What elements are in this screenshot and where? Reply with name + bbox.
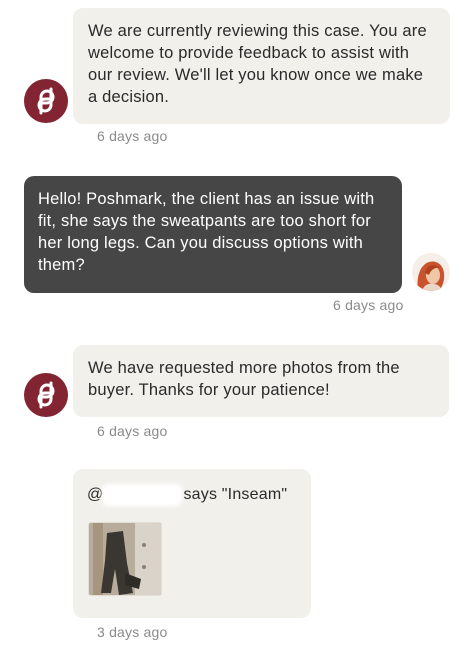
poshmark-avatar[interactable] (24, 79, 68, 123)
user-avatar[interactable] (412, 253, 450, 291)
user-avatar-image (412, 253, 450, 291)
message-text: Hello! Poshmark, the client has an issue… (38, 190, 375, 274)
poshmark-avatar[interactable] (24, 373, 68, 417)
message-bubble-poshmark: We have requested more photos from the b… (73, 345, 449, 417)
mention-prefix: @ (87, 486, 104, 503)
message-text: We have requested more photos from the b… (88, 359, 400, 399)
message-timestamp: 6 days ago (97, 423, 168, 439)
message-text: says "Inseam" (183, 486, 288, 503)
message-timestamp: 3 days ago (97, 624, 168, 640)
poshmark-logo-icon (37, 381, 55, 409)
message-timestamp: 6 days ago (333, 297, 404, 313)
message-bubble-user: Hello! Poshmark, the client has an issue… (24, 176, 402, 293)
attachment-photo[interactable] (88, 522, 162, 596)
redacted-username (105, 487, 180, 503)
attachment-photo-image (89, 523, 161, 595)
message-text: We are currently reviewing this case. Yo… (88, 22, 427, 106)
message-timestamp: 6 days ago (97, 128, 168, 144)
message-thread: We are currently reviewing this case. Yo… (0, 0, 474, 659)
message-bubble-poshmark: We are currently reviewing this case. Yo… (73, 8, 450, 124)
mention-line: @ says "Inseam" (87, 484, 297, 506)
poshmark-logo-icon (37, 87, 55, 115)
